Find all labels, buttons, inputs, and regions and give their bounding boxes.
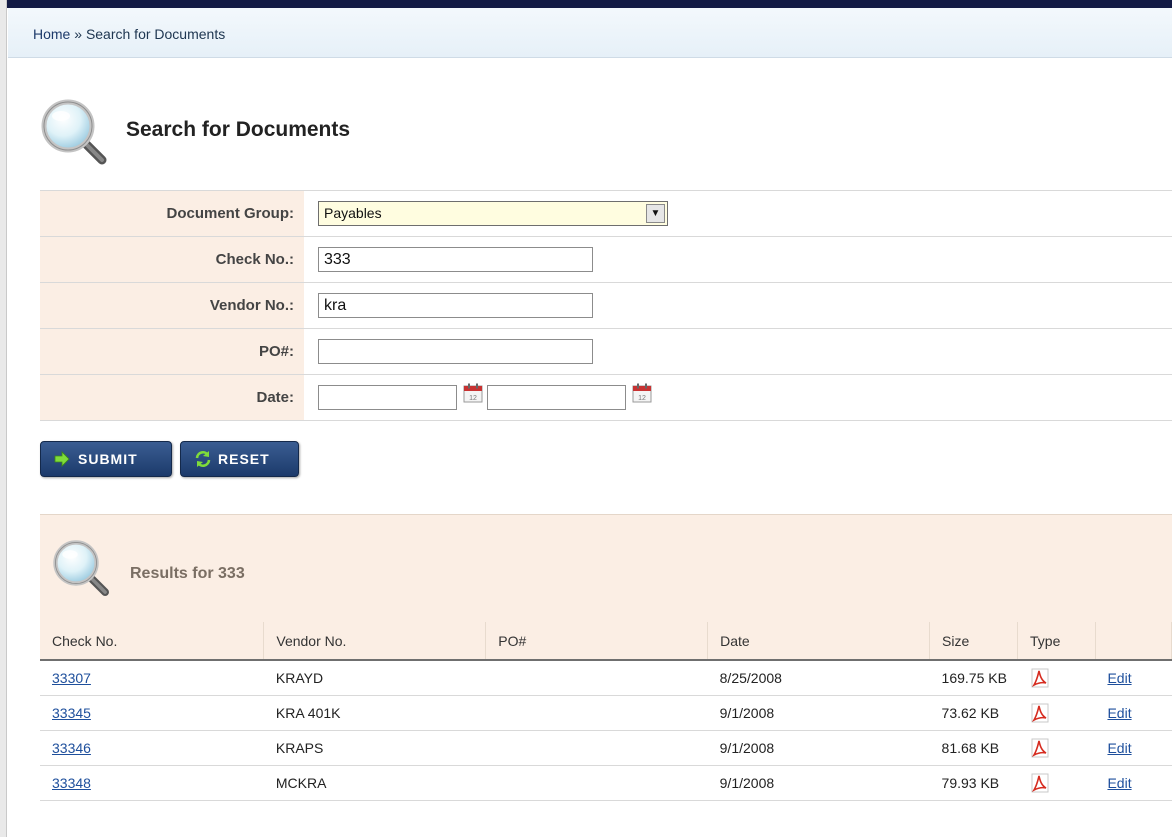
po-input[interactable] bbox=[318, 339, 593, 364]
form-row-po: PO#: bbox=[40, 328, 1172, 375]
date-cell: 9/1/2008 bbox=[707, 765, 930, 801]
po-cell bbox=[485, 730, 708, 766]
date-from-input[interactable] bbox=[318, 385, 457, 410]
refresh-icon bbox=[195, 451, 211, 467]
page-header: Search for Documents bbox=[40, 98, 640, 168]
breadcrumb-home-link[interactable]: Home bbox=[33, 26, 70, 42]
table-row: 33348 MCKRA 9/1/2008 79.93 KB Edit bbox=[40, 765, 1172, 801]
chevron-down-icon[interactable]: ▼ bbox=[646, 204, 665, 223]
form-row-vendor-no: Vendor No.: bbox=[40, 282, 1172, 329]
date-cell: 9/1/2008 bbox=[707, 730, 930, 766]
size-cell: 79.93 KB bbox=[929, 765, 1018, 801]
breadcrumb-separator: » bbox=[74, 26, 83, 42]
top-bar bbox=[0, 0, 1172, 8]
breadcrumb-current: Search for Documents bbox=[85, 26, 226, 42]
magnifier-icon bbox=[41, 99, 107, 165]
size-cell: 81.68 KB bbox=[929, 730, 1018, 766]
check-no-link[interactable]: 33345 bbox=[52, 705, 91, 721]
po-cell bbox=[485, 660, 708, 696]
reset-button[interactable]: RESET bbox=[180, 441, 299, 477]
check-no-link[interactable]: 33348 bbox=[52, 775, 91, 791]
form-row-check-no: Check No.: bbox=[40, 236, 1172, 283]
size-cell: 73.62 KB bbox=[929, 695, 1018, 731]
po-cell bbox=[485, 765, 708, 801]
pdf-icon[interactable] bbox=[1030, 738, 1050, 758]
pdf-icon[interactable] bbox=[1030, 703, 1050, 723]
date-to-input[interactable] bbox=[487, 385, 626, 410]
magnifier-icon bbox=[53, 540, 109, 596]
edit-link[interactable]: Edit bbox=[1107, 775, 1131, 791]
vendor-no-cell: MCKRA bbox=[263, 765, 486, 801]
submit-button[interactable]: SUBMIT bbox=[40, 441, 172, 477]
check-no-link[interactable]: 33307 bbox=[52, 670, 91, 686]
table-row: 33346 KRAPS 9/1/2008 81.68 KB Edit bbox=[40, 730, 1172, 766]
calendar-icon[interactable]: 12 bbox=[463, 383, 483, 403]
column-header-actions bbox=[1095, 622, 1172, 661]
table-row: 33345 KRA 401K 9/1/2008 73.62 KB Edit bbox=[40, 695, 1172, 731]
size-cell: 169.75 KB bbox=[929, 660, 1018, 696]
vendor-no-cell: KRAYD bbox=[263, 660, 486, 696]
form-row-document-group: Document Group: Payables ▼ bbox=[40, 190, 1172, 237]
pdf-icon[interactable] bbox=[1030, 773, 1050, 793]
svg-text:12: 12 bbox=[638, 395, 646, 402]
date-cell: 8/25/2008 bbox=[707, 660, 930, 696]
column-header-po: PO# bbox=[485, 622, 709, 661]
vendor-no-cell: KRA 401K bbox=[263, 695, 486, 731]
vendor-no-label: Vendor No.: bbox=[40, 282, 304, 329]
check-no-link[interactable]: 33346 bbox=[52, 740, 91, 756]
document-group-select[interactable]: Payables ▼ bbox=[318, 201, 668, 226]
edit-link[interactable]: Edit bbox=[1107, 670, 1131, 686]
pdf-icon[interactable] bbox=[1030, 668, 1050, 688]
submit-label: SUBMIT bbox=[78, 451, 138, 467]
po-cell bbox=[485, 695, 708, 731]
column-header-vendor-no: Vendor No. bbox=[263, 622, 487, 661]
table-row: 33307 KRAYD 8/25/2008 169.75 KB Edit bbox=[40, 660, 1172, 696]
column-header-size: Size bbox=[929, 622, 1018, 661]
check-no-input[interactable] bbox=[318, 247, 593, 272]
reset-label: RESET bbox=[218, 451, 270, 467]
column-header-type: Type bbox=[1017, 622, 1096, 661]
left-border bbox=[0, 0, 7, 837]
document-group-label: Document Group: bbox=[40, 190, 304, 237]
form-row-date: Date: 12 12 bbox=[40, 374, 1172, 421]
vendor-no-cell: KRAPS bbox=[263, 730, 486, 766]
breadcrumb: Home » Search for Documents bbox=[8, 8, 1172, 58]
edit-link[interactable]: Edit bbox=[1107, 705, 1131, 721]
results-panel: Results for 333 bbox=[40, 514, 1172, 622]
column-header-date: Date bbox=[707, 622, 931, 661]
date-label: Date: bbox=[40, 374, 304, 421]
po-label: PO#: bbox=[40, 328, 304, 375]
results-table: Check No. Vendor No. PO# Date Size Type … bbox=[40, 622, 1172, 801]
arrow-right-icon bbox=[54, 451, 70, 467]
document-group-value: Payables bbox=[324, 205, 382, 221]
vendor-no-input[interactable] bbox=[318, 293, 593, 318]
results-header-row: Check No. Vendor No. PO# Date Size Type bbox=[40, 622, 1172, 661]
page-title: Search for Documents bbox=[126, 118, 351, 141]
svg-text:12: 12 bbox=[469, 395, 477, 402]
calendar-icon[interactable]: 12 bbox=[632, 383, 652, 403]
check-no-label: Check No.: bbox=[40, 236, 304, 283]
search-form: Document Group: Payables ▼ Check No.: Ve… bbox=[40, 190, 1172, 421]
results-heading: Results for 333 bbox=[130, 565, 245, 582]
date-cell: 9/1/2008 bbox=[707, 695, 930, 731]
column-header-check-no: Check No. bbox=[40, 622, 265, 661]
edit-link[interactable]: Edit bbox=[1107, 740, 1131, 756]
